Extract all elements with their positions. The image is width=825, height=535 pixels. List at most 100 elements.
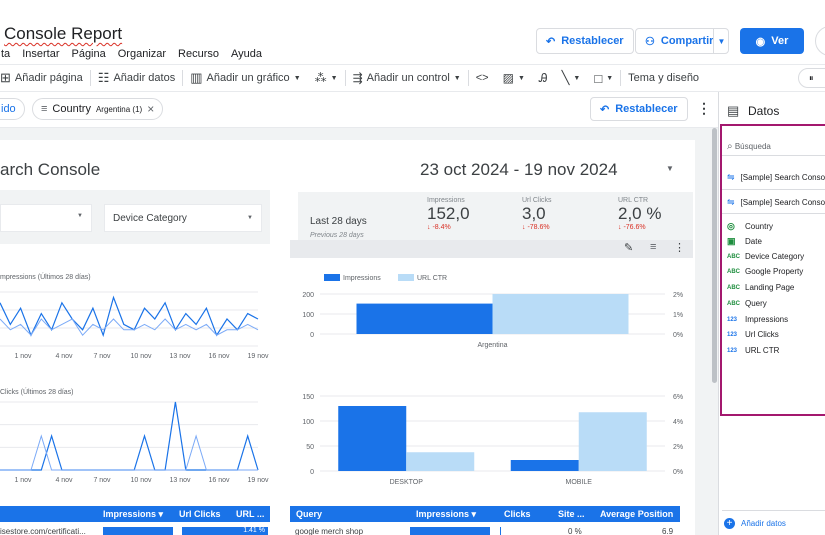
field-query[interactable]: ABC Query: [727, 299, 767, 308]
add-page-button[interactable]: ⊞ Añadir página: [0, 65, 90, 91]
column-query[interactable]: Query: [290, 509, 410, 519]
data-source-icon: ⇋: [727, 172, 735, 182]
line-button[interactable]: ╲ ▼: [555, 65, 588, 91]
globe-icon: ◎: [727, 221, 735, 231]
dropdown-caret-icon: ▼: [573, 74, 581, 82]
image-icon: ▨: [502, 71, 514, 85]
image-button[interactable]: ▨ ▼: [496, 65, 532, 91]
code-icon: <>: [475, 72, 489, 84]
y-tick-label: 0: [310, 469, 314, 476]
field-url-clicks[interactable]: 123 Url Clicks: [727, 330, 779, 339]
country-filter-chip[interactable]: ≡ Country Argentina (1) ×: [32, 98, 164, 120]
field-date[interactable]: ▣ Date: [727, 236, 762, 247]
impressions-bar: [410, 527, 490, 535]
date-range-chip[interactable]: ido: [0, 98, 25, 120]
y2-tick-label: 1%: [673, 312, 683, 319]
scrollbar-thumb[interactable]: [712, 128, 717, 383]
legend-swatch: [324, 274, 340, 281]
clicks-line-chart[interactable]: 1 nov 4 nov 7 nov 10 nov 13 nov 16 nov 19 nov: [0, 400, 270, 490]
scorecard-previous: Previous 28 days: [310, 232, 364, 239]
search-icon: ⌕: [727, 141, 733, 152]
device-category-dropdown[interactable]: Device Category ▼: [104, 204, 262, 232]
menu-item-resource[interactable]: Recurso: [177, 48, 220, 60]
number-type-icon: 123: [727, 331, 738, 338]
pencil-icon[interactable]: ✎: [624, 241, 633, 254]
x-tick-label: 4 nov: [55, 353, 73, 360]
device-bar-chart[interactable]: 150 6% 100 4% 50 2% 0 0% DESKTOP MOBILE: [290, 388, 695, 490]
filter-reset-button[interactable]: ↶ Restablecer: [590, 97, 688, 121]
column-average-position[interactable]: Average Position: [594, 509, 680, 519]
add-data-link[interactable]: + Añadir datos: [724, 518, 786, 529]
pause-updates-button[interactable]: ⏸: [798, 68, 825, 88]
more-vert-icon[interactable]: ⋮: [697, 100, 711, 117]
community-viz-button[interactable]: ⁂ ▼: [308, 65, 345, 91]
number-type-icon: 123: [727, 316, 738, 323]
bar-secondary: [578, 412, 647, 471]
more-options-button[interactable]: [815, 26, 825, 56]
x-tick-label: 13 nov: [169, 353, 191, 360]
field-google-property[interactable]: ABC Google Property: [727, 267, 803, 276]
text-button[interactable]: Ꭿ: [532, 65, 555, 91]
y-tick-label: 100: [302, 419, 314, 426]
column-url-ctr[interactable]: URL ...: [230, 509, 270, 519]
legend-label: Impressions: [343, 275, 381, 282]
close-icon[interactable]: ×: [147, 102, 154, 116]
menu-item-page[interactable]: Página: [70, 48, 106, 60]
more-vert-icon[interactable]: ⋮: [674, 241, 685, 254]
field-search-input[interactable]: ⌕ Búsqueda: [722, 136, 825, 156]
y2-tick-label: 0%: [673, 332, 683, 339]
x-tick-label: 7 nov: [93, 477, 111, 484]
add-chart-icon: ▥: [190, 70, 203, 85]
view-button[interactable]: ◉ Ver: [740, 28, 804, 54]
impressions-line-chart[interactable]: 1 nov 4 nov 7 nov 10 nov 13 nov 16 nov 19 nov: [0, 288, 270, 363]
data-source-item[interactable]: ⇋ [Sample] Search Conso: [727, 172, 825, 183]
dropdown-caret-icon: ▼: [330, 74, 338, 82]
x-tick-label: 16 nov: [208, 353, 230, 360]
column-site[interactable]: Site ...: [552, 509, 594, 519]
column-impressions[interactable]: Impressions ▾: [97, 509, 173, 520]
divider: [722, 189, 825, 190]
add-chart-button[interactable]: ▥ Añadir un gráfico ▼: [183, 65, 307, 91]
date-range-control[interactable]: 23 oct 2024 - 19 nov 2024: [420, 160, 618, 180]
property-dropdown[interactable]: ▼: [0, 204, 92, 232]
text-type-icon: ABC: [727, 253, 740, 260]
field-landing-page[interactable]: ABC Landing Page: [727, 283, 794, 292]
field-url-ctr[interactable]: 123 URL CTR: [727, 346, 779, 355]
share-dropdown-icon[interactable]: ▼: [713, 29, 729, 53]
add-data-button[interactable]: ☷ Añadir datos: [91, 65, 182, 91]
y2-tick-label: 4%: [673, 419, 683, 426]
divider: [722, 510, 825, 511]
divider: [722, 213, 825, 214]
menu-item-edit[interactable]: ta: [0, 48, 11, 60]
column-clicks[interactable]: Clicks: [498, 509, 552, 519]
shape-button[interactable]: □ ▼: [587, 65, 620, 91]
add-control-button[interactable]: ⇶ Añadir un control ▼: [346, 65, 468, 91]
series-line: [0, 401, 259, 471]
data-source-item[interactable]: ⇋ [Sample] Search Conso: [727, 197, 825, 208]
country-bar-chart[interactable]: 200 2% 100 1% 0 0% Argentina Impressions URL CTR: [290, 268, 695, 353]
dropdown-caret-icon[interactable]: ▼: [666, 164, 674, 173]
report-title[interactable]: Console Report: [4, 24, 122, 44]
menu-item-arrange[interactable]: Organizar: [117, 48, 167, 60]
theme-button[interactable]: Tema y diseño: [621, 65, 706, 91]
clicks-bar: [500, 527, 501, 535]
metric-url-ctr: URL CTR 2,0 % ↓ -76.6%: [618, 197, 662, 231]
table-row[interactable]: google merch shop 0 % 6.9: [290, 524, 680, 535]
filter-icon[interactable]: ≡: [650, 241, 656, 253]
column-impressions[interactable]: Impressions ▾: [410, 509, 498, 520]
embed-code-button[interactable]: <>: [469, 65, 496, 91]
field-country[interactable]: ◎ Country: [727, 221, 773, 232]
data-panel-icon: ▤: [727, 103, 740, 118]
field-impressions[interactable]: 123 Impressions: [727, 315, 788, 324]
reset-button[interactable]: ↶ Restablecer: [536, 28, 634, 54]
menu-item-insert[interactable]: Insertar: [21, 48, 60, 60]
add-data-icon: ☷: [97, 70, 110, 85]
line-chart-1-title: mpressions (Últimos 28 días): [0, 274, 91, 281]
column-url-clicks[interactable]: Url Clicks: [173, 509, 230, 519]
page-heading: arch Console: [0, 160, 101, 179]
table-row[interactable]: isestore.com/certificati... 1.41 %: [0, 524, 270, 535]
x-tick-label: 4 nov: [55, 477, 73, 484]
menu-item-help[interactable]: Ayuda: [230, 48, 263, 60]
series-line: [0, 434, 258, 471]
field-device-category[interactable]: ABC Device Category: [727, 252, 804, 261]
